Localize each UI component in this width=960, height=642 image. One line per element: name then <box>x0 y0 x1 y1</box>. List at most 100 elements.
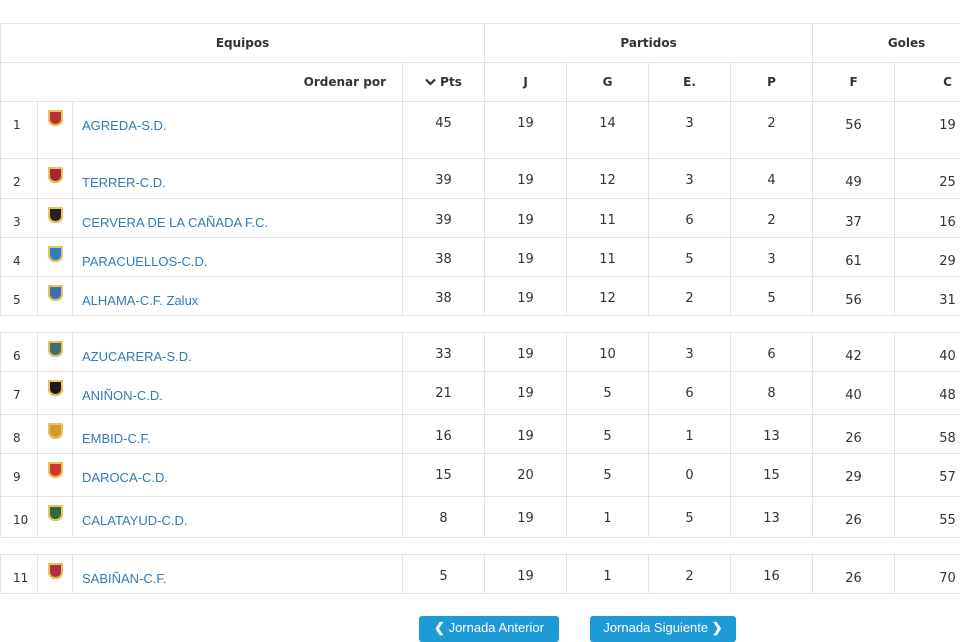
position-cell: 4 <box>1 238 38 277</box>
played-cell: 19 <box>485 102 567 159</box>
table-row: 3 CERVERA DE LA CAÑADA F.C.391911623716 <box>1 199 960 238</box>
partidos-header: Partidos <box>485 24 813 63</box>
table-row: 7ANIÑON-C.D.21195684048 <box>1 372 960 415</box>
points-cell: 39 <box>403 199 485 238</box>
team-link[interactable]: ALHAMA-C.F. Zalux <box>73 277 403 316</box>
drawn-cell: 3 <box>649 102 731 159</box>
drawn-cell: 3 <box>649 333 731 372</box>
team-link[interactable]: AGREDA-S.D. <box>73 102 403 159</box>
f-header: F <box>813 63 895 102</box>
goals-for-cell: 56 <box>813 277 895 316</box>
points-cell: 45 <box>403 102 485 159</box>
points-cell: 21 <box>403 372 485 415</box>
points-cell: 39 <box>403 159 485 199</box>
won-cell: 11 <box>567 238 649 277</box>
team-shield-icon <box>48 207 63 223</box>
p-header: P <box>731 63 813 102</box>
goals-against-cell: 70 <box>895 555 960 594</box>
won-cell: 14 <box>567 102 649 159</box>
drawn-cell: 6 <box>649 199 731 238</box>
group-separator <box>1 316 960 333</box>
drawn-cell: 2 <box>649 277 731 316</box>
team-shield-cell <box>38 555 73 594</box>
team-link[interactable]: ANIÑON-C.D. <box>73 372 403 415</box>
team-shield-icon <box>48 246 63 262</box>
lost-cell: 2 <box>731 199 813 238</box>
points-cell: 38 <box>403 238 485 277</box>
table-row: 6AZUCARERA-S.D.331910364240 <box>1 333 960 372</box>
team-shield-icon <box>48 380 63 396</box>
team-link[interactable]: EMBID-C.F. <box>73 415 403 454</box>
ordenar-por-label: Ordenar por <box>1 63 403 102</box>
team-link[interactable]: DAROCA-C.D. <box>73 454 403 497</box>
lost-cell: 4 <box>731 159 813 199</box>
table-row: 10CALATAYUD-C.D.81915132655 <box>1 497 960 538</box>
team-shield-icon <box>48 285 63 301</box>
goals-for-cell: 49 <box>813 159 895 199</box>
won-cell: 5 <box>567 415 649 454</box>
goals-against-cell: 16 <box>895 199 960 238</box>
position-cell: 3 <box>1 199 38 238</box>
goals-against-cell: 31 <box>895 277 960 316</box>
points-cell: 8 <box>403 497 485 538</box>
goals-against-cell: 40 <box>895 333 960 372</box>
played-cell: 19 <box>485 199 567 238</box>
team-shield-cell <box>38 159 73 199</box>
lost-cell: 3 <box>731 238 813 277</box>
chevron-right-icon: ❯ <box>712 620 723 635</box>
team-shield-cell <box>38 238 73 277</box>
position-cell: 8 <box>1 415 38 454</box>
table-row: 9DAROCA-C.D.152050152957 <box>1 454 960 497</box>
lost-cell: 5 <box>731 277 813 316</box>
goals-for-cell: 40 <box>813 372 895 415</box>
team-shield-icon <box>48 563 63 579</box>
drawn-cell: 6 <box>649 372 731 415</box>
table-row: 1AGREDA-S.D.451914325619 <box>1 102 960 159</box>
goals-against-cell: 25 <box>895 159 960 199</box>
lost-cell: 16 <box>731 555 813 594</box>
played-cell: 19 <box>485 333 567 372</box>
chevron-left-icon: ❮ <box>434 620 445 635</box>
drawn-cell: 5 <box>649 238 731 277</box>
team-link[interactable]: CERVERA DE LA CAÑADA F.C. <box>73 199 403 238</box>
won-cell: 11 <box>567 199 649 238</box>
won-cell: 12 <box>567 277 649 316</box>
lost-cell: 13 <box>731 497 813 538</box>
team-link[interactable]: PARACUELLOS-C.D. <box>73 238 403 277</box>
points-cell: 5 <box>403 555 485 594</box>
team-link[interactable]: TERRER-C.D. <box>73 159 403 199</box>
team-shield-cell <box>38 372 73 415</box>
g-header: G <box>567 63 649 102</box>
lost-cell: 15 <box>731 454 813 497</box>
goals-against-cell: 19 <box>895 102 960 159</box>
points-cell: 16 <box>403 415 485 454</box>
team-link[interactable]: AZUCARERA-S.D. <box>73 333 403 372</box>
previous-round-label: Jornada Anterior <box>449 620 544 635</box>
table-row: 8EMBID-C.F.161951132658 <box>1 415 960 454</box>
next-round-label: Jornada Siguiente <box>603 620 708 635</box>
goals-against-cell: 55 <box>895 497 960 538</box>
drawn-cell: 2 <box>649 555 731 594</box>
header-columns-row: Ordenar por Pts J G E. P F C <box>1 63 960 102</box>
played-cell: 19 <box>485 372 567 415</box>
played-cell: 19 <box>485 238 567 277</box>
team-shield-cell <box>38 102 73 159</box>
team-link[interactable]: SABIÑAN-C.F. <box>73 555 403 594</box>
group-separator <box>1 538 960 555</box>
team-link[interactable]: CALATAYUD-C.D. <box>73 497 403 538</box>
position-cell: 6 <box>1 333 38 372</box>
goals-against-cell: 48 <box>895 372 960 415</box>
j-header: J <box>485 63 567 102</box>
lost-cell: 6 <box>731 333 813 372</box>
points-cell: 33 <box>403 333 485 372</box>
sort-pts-header[interactable]: Pts <box>403 63 485 102</box>
next-round-button[interactable]: Jornada Siguiente ❯ <box>590 616 736 642</box>
points-cell: 38 <box>403 277 485 316</box>
drawn-cell: 0 <box>649 454 731 497</box>
drawn-cell: 5 <box>649 497 731 538</box>
position-cell: 11 <box>1 555 38 594</box>
previous-round-button[interactable]: ❮ Jornada Anterior <box>419 616 559 642</box>
team-shield-icon <box>48 110 63 126</box>
goals-for-cell: 37 <box>813 199 895 238</box>
table-row: 11SABIÑAN-C.F.51912162670 <box>1 555 960 594</box>
